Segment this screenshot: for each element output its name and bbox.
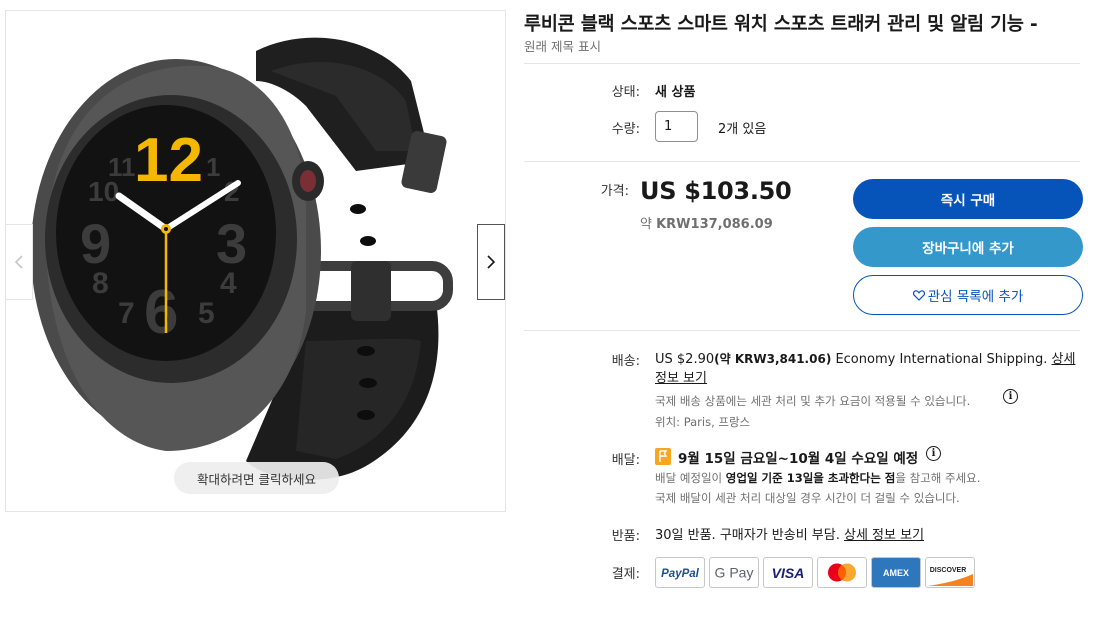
delivery-estimate: 9월 15일 금요일~10월 4일 수요일 예정 bbox=[678, 451, 919, 467]
info-icon[interactable]: i bbox=[1003, 389, 1018, 404]
svg-text:PayPal: PayPal bbox=[661, 568, 700, 580]
returns-summary: 30일 반품. 구매자가 반송비 부담. 상세 정보 보기 bbox=[655, 528, 925, 543]
svg-text:AMEX: AMEX bbox=[883, 568, 909, 578]
delivery-label: 배달: bbox=[611, 453, 640, 468]
delivery-note-customs: 국제 배달이 세관 처리 대상일 경우 시간이 더 걸릴 수 있습니다. bbox=[655, 491, 960, 505]
divider bbox=[524, 63, 1080, 64]
listing-title: 루비콘 블랙 스포츠 스마트 워치 스포츠 트래커 관리 및 알림 기능 - bbox=[524, 14, 1038, 35]
quantity-label: 수량: bbox=[611, 122, 640, 137]
dial-numeral-3: 3 bbox=[216, 212, 247, 275]
dial-numeral-6: 6 bbox=[144, 278, 178, 347]
add-to-watchlist-button[interactable]: 관심 목록에 추가 bbox=[853, 275, 1083, 315]
zoom-hint[interactable]: 확대하려면 클릭하세요 bbox=[174, 462, 339, 494]
quantity-input[interactable]: 1 bbox=[655, 111, 698, 142]
dial-numeral-10: 10 bbox=[88, 176, 119, 207]
svg-text:VISA: VISA bbox=[772, 565, 805, 581]
svg-text:G Pay: G Pay bbox=[715, 565, 754, 581]
shipping-details-link-part1[interactable]: 상세 bbox=[1052, 352, 1076, 367]
delivery-note-business-days: 배달 예정일이 영업일 기준 13일을 초과한다는 점을 참고해 주세요. bbox=[655, 471, 981, 485]
amex-icon: AMEX bbox=[871, 557, 921, 588]
product-image-smartwatch[interactable]: 11 1 10 2 9 3 8 4 7 6 5 12 bbox=[6, 11, 505, 511]
svg-text:DISCOVER: DISCOVER bbox=[930, 567, 967, 574]
condition-value: 새 상품 bbox=[655, 85, 696, 100]
heart-icon bbox=[912, 289, 925, 301]
add-to-cart-button[interactable]: 장바구니에 추가 bbox=[853, 227, 1083, 267]
dial-numeral-9: 9 bbox=[80, 212, 111, 275]
condition-label: 상태: bbox=[611, 85, 640, 100]
dial-numeral-8: 8 bbox=[92, 267, 109, 300]
paypal-icon: PayPal bbox=[655, 557, 705, 588]
customs-note: 국제 배송 상품에는 세관 처리 및 추가 요금이 적용될 수 있습니다. bbox=[655, 394, 971, 408]
returns-label: 반품: bbox=[611, 529, 640, 544]
shipping-details-link-part2[interactable]: 정보 보기 bbox=[655, 371, 707, 386]
google-pay-icon: G Pay bbox=[709, 557, 759, 588]
chevron-right-icon bbox=[487, 255, 496, 269]
buy-now-button[interactable]: 즉시 구매 bbox=[853, 179, 1083, 219]
image-next-button[interactable] bbox=[477, 224, 505, 300]
price-approx: 약 KRW137,086.09 bbox=[640, 217, 773, 232]
dial-numeral-5: 5 bbox=[198, 297, 215, 330]
returns-details-link[interactable]: 상세 정보 보기 bbox=[844, 528, 924, 543]
price-amount: US $103.50 bbox=[640, 177, 792, 205]
mastercard-icon bbox=[817, 557, 867, 588]
chevron-left-icon bbox=[14, 255, 23, 269]
visa-icon: VISA bbox=[763, 557, 813, 588]
price-label: 가격: bbox=[600, 184, 629, 199]
divider bbox=[524, 161, 1080, 162]
flag-icon bbox=[655, 448, 671, 465]
dial-numeral-4: 4 bbox=[220, 267, 237, 300]
discover-icon: DISCOVER bbox=[925, 557, 975, 588]
image-prev-button[interactable] bbox=[5, 224, 33, 300]
divider bbox=[524, 330, 1080, 331]
show-original-title-link[interactable]: 원래 제목 표시 bbox=[524, 36, 601, 55]
quantity-available: 2개 있음 bbox=[718, 122, 767, 137]
product-image-panel[interactable]: 11 1 10 2 9 3 8 4 7 6 5 12 확대하려면 클릭하세요 bbox=[5, 10, 506, 512]
info-icon[interactable]: i bbox=[926, 446, 941, 461]
add-to-watchlist-label: 관심 목록에 추가 bbox=[927, 289, 1024, 305]
dial-numeral-7: 7 bbox=[118, 297, 135, 330]
payments-label: 결제: bbox=[611, 567, 640, 582]
dial-numeral-1: 1 bbox=[206, 152, 220, 182]
shipping-label: 배송: bbox=[611, 354, 640, 369]
payment-methods: PayPal G Pay VISA AMEX DISCOVER bbox=[655, 557, 975, 588]
dial-numeral-12: 12 bbox=[134, 126, 203, 195]
shipping-summary: US $2.90(약 KRW3,841.06) Economy Internat… bbox=[655, 352, 1076, 386]
item-location: 위치: Paris, 프랑스 bbox=[655, 415, 751, 429]
